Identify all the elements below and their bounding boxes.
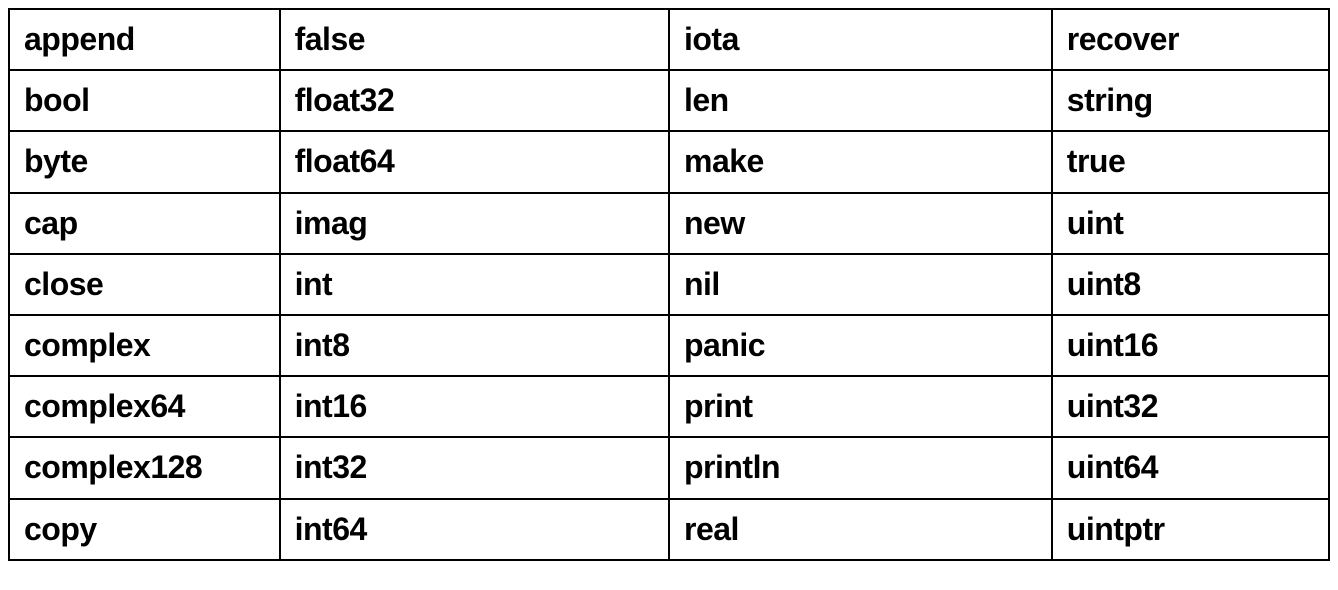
table-row: close int nil uint8 [9, 254, 1329, 315]
table-row: copy int64 real uintptr [9, 499, 1329, 560]
table-cell: cap [9, 193, 280, 254]
table-cell: make [669, 131, 1052, 192]
table-cell: int [280, 254, 669, 315]
table-cell: int8 [280, 315, 669, 376]
table-cell: string [1052, 70, 1329, 131]
table-row: complex128 int32 println uint64 [9, 437, 1329, 498]
table-cell: copy [9, 499, 280, 560]
table-cell: int32 [280, 437, 669, 498]
table-cell: uint32 [1052, 376, 1329, 437]
table-cell: float64 [280, 131, 669, 192]
table-cell: uint16 [1052, 315, 1329, 376]
table-cell: int64 [280, 499, 669, 560]
table-cell: false [280, 9, 669, 70]
table-cell: uint8 [1052, 254, 1329, 315]
table-cell: complex [9, 315, 280, 376]
table-cell: close [9, 254, 280, 315]
table-row: bool float32 len string [9, 70, 1329, 131]
table-row: complex64 int16 print uint32 [9, 376, 1329, 437]
table-cell: real [669, 499, 1052, 560]
table-cell: recover [1052, 9, 1329, 70]
table-cell: append [9, 9, 280, 70]
table-cell: bool [9, 70, 280, 131]
table-cell: complex64 [9, 376, 280, 437]
table-cell: iota [669, 9, 1052, 70]
table-cell: uintptr [1052, 499, 1329, 560]
table-cell: uint [1052, 193, 1329, 254]
table-cell: uint64 [1052, 437, 1329, 498]
table-cell: len [669, 70, 1052, 131]
table-cell: int16 [280, 376, 669, 437]
table-cell: panic [669, 315, 1052, 376]
table-cell: print [669, 376, 1052, 437]
table-row: append false iota recover [9, 9, 1329, 70]
table-row: complex int8 panic uint16 [9, 315, 1329, 376]
table-cell: nil [669, 254, 1052, 315]
table-cell: true [1052, 131, 1329, 192]
table-cell: float32 [280, 70, 669, 131]
table-cell: byte [9, 131, 280, 192]
table-row: cap imag new uint [9, 193, 1329, 254]
table-cell: new [669, 193, 1052, 254]
table-cell: complex128 [9, 437, 280, 498]
table-row: byte float64 make true [9, 131, 1329, 192]
identifier-table: append false iota recover bool float32 l… [8, 8, 1330, 561]
table-cell: println [669, 437, 1052, 498]
table-cell: imag [280, 193, 669, 254]
